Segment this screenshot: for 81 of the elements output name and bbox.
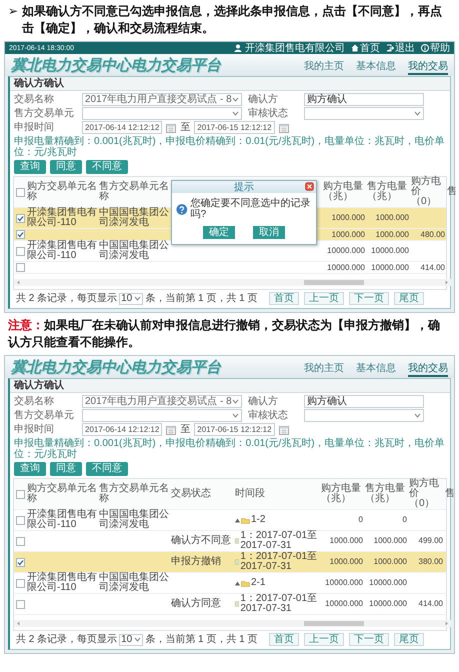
table-cell-text: 10000.000: [368, 578, 408, 588]
column-header: 时间段: [234, 489, 266, 499]
table-cell: 中国国电集团公司滦河发电: [98, 241, 170, 261]
field-label: 售方交易单元: [14, 108, 75, 119]
column-header: 售方交易单元名称: [98, 182, 170, 202]
column-header: 售: [446, 187, 458, 197]
table-cell-text: 1000.000: [330, 213, 366, 223]
table-cell-text: 499.00: [418, 536, 444, 546]
table-cell: 中国国电集团公司滦河发电: [98, 510, 170, 530]
table-cell: 中国国电集团公司滦河发电: [98, 208, 170, 228]
pager-summary: 条，当前第 1 页，共 1 页: [145, 634, 258, 645]
table-cell: 中国国电集团公司滦河发电: [98, 573, 170, 593]
table-cell: 开滦集团售电有限公司-110: [26, 573, 98, 593]
table-cell-text: 0: [358, 515, 364, 525]
hint-text: 申报电量精确到：0.001(兆瓦时)，申报电价精确到：0.01(元/兆瓦时)，电量单位：兆瓦时，电价单位：元/兆瓦时: [14, 438, 446, 460]
app-title: 冀北电力交易中心电力交易平台: [11, 359, 221, 377]
table-cell-text: 1：2017-07-01至2017-07-31: [240, 531, 318, 551]
column-header: 售方电量（兆）: [364, 484, 406, 504]
field-label: 确认方: [248, 396, 279, 407]
table-cell-text: 10000.000: [370, 262, 410, 272]
range-separator: 至: [180, 122, 190, 133]
panel-title: 确认方确认: [10, 77, 450, 91]
table-cell-text: 1000.000: [372, 557, 408, 567]
pager-summary: 条，当前第 1 页，共 1 页: [145, 293, 258, 304]
column-header: 交易状态: [170, 489, 212, 499]
hint-text: 申报电量精确到：0.001(兆瓦时)，申报电价精确到：0.01(元/兆瓦时)，电量单位：兆瓦时，电价单位：元/兆瓦时: [14, 136, 446, 158]
field-label: 审核状态: [248, 108, 289, 119]
table-cell-text: 414.00: [420, 262, 446, 272]
table-cell-text: 申报方撤销: [170, 557, 222, 567]
table-cell-text: 414.00: [418, 599, 444, 609]
column-header: 售方电量（兆）: [366, 182, 408, 202]
column-header: 购方交易单元名称: [26, 484, 98, 504]
field-label: 申报时间: [14, 424, 55, 435]
dialog-message: 您确定要不同意选中的记录吗?: [190, 198, 312, 220]
table-cell-text: 10000.000: [368, 599, 408, 609]
panel-title: 确认方确认: [10, 379, 450, 393]
note-text: 注意：如果电厂在未确认前对申报信息进行撤销，交易状态为【申报方撤销】，确认方只能查看不能操作。: [8, 317, 441, 351]
table-cell-text: 10000.000: [326, 262, 366, 272]
field-label: 申报时间: [14, 122, 55, 133]
table-cell-text: 0: [402, 515, 408, 525]
app-title: 冀北电力交易中心电力交易平台: [11, 57, 221, 75]
table-cell: 2-1: [251, 578, 266, 588]
column-header: 购方电量（兆）: [320, 484, 362, 504]
pager-summary: 共 2 条记录，每页显示: [16, 293, 118, 304]
table-cell: 1-2: [251, 515, 266, 525]
table-cell-text: 1000.000: [330, 230, 366, 240]
table-cell-text: 确认方不同意: [170, 536, 232, 546]
table-cell-text: 10000.000: [324, 599, 364, 609]
table-cell-text: 10000.000: [326, 246, 366, 256]
column-header: 购方电价（0）: [408, 479, 440, 509]
table-cell-text: 1：2017-07-01至2017-07-31: [240, 552, 318, 572]
table-cell-text: 10000.000: [370, 246, 410, 256]
column-header: 购方电量（兆）: [322, 182, 364, 202]
column-header: 购方交易单元名称: [26, 182, 98, 202]
column-header: 售: [444, 489, 456, 499]
field-label: 交易名称: [14, 396, 55, 407]
table-cell: 开滦集团售电有限公司-110: [26, 208, 98, 228]
table-cell-text: 1000.000: [374, 213, 410, 223]
table-cell-text: 1000.000: [374, 230, 410, 240]
range-separator: 至: [180, 424, 190, 435]
table-cell-text: 1000.000: [328, 536, 364, 546]
table-cell-text: 1：2017-07-01至2017-07-31: [240, 594, 318, 614]
table-cell: 开滦集团售电有限公司-110: [26, 241, 98, 261]
table-cell-text: 1000.000: [372, 536, 408, 546]
table-cell: 开滦集团售电有限公司-110: [26, 510, 98, 530]
table-cell-text: 480.00: [420, 230, 446, 240]
dialog-title: 提示: [234, 182, 254, 192]
field-label: 确认方: [248, 94, 279, 105]
table-cell-text: 1000.000: [328, 557, 364, 567]
user-name: 开滦集团售电有限公司: [245, 42, 345, 54]
table-cell-text: 380.00: [418, 557, 444, 567]
pager-summary: 共 2 条记录，每页显示: [16, 634, 118, 645]
table-cell-text: 确认方同意: [170, 599, 222, 609]
field-label: 售方交易单元: [14, 410, 75, 421]
table-cell-text: 10000.000: [324, 578, 364, 588]
column-header: 购方电价（0）: [410, 177, 442, 207]
instruction-text: 如果确认方不同意已勾选申报信息，选择此条申报信息，点击【不同意】，再点击【确定】，确认和交易流程结束。: [22, 3, 444, 37]
field-label: 交易名称: [14, 94, 55, 105]
field-label: 审核状态: [248, 410, 289, 421]
bullet-marker: ➢: [8, 3, 18, 20]
column-header: 售方交易单元名称: [98, 484, 170, 504]
